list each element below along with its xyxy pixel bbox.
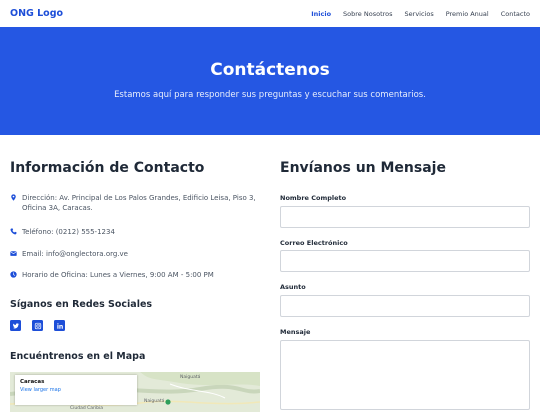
contact-info-title: Información de Contacto <box>10 160 205 176</box>
nav-link-servicios[interactable]: Servicios <box>405 10 434 18</box>
main-nav: Inicio Sobre Nosotros Servicios Premio A… <box>299 10 530 18</box>
message-label: Mensaje <box>280 328 311 336</box>
name-label: Nombre Completo <box>280 194 347 202</box>
envelope-icon <box>10 249 22 259</box>
nav-link-inicio[interactable]: Inicio <box>311 10 331 18</box>
social-links <box>10 320 65 331</box>
twitter-icon[interactable] <box>10 320 21 331</box>
map-label: Ciudad Caribia <box>70 406 104 411</box>
phone-item: Teléfono: (0212) 555-1234 <box>10 227 265 237</box>
clock-icon <box>10 270 22 280</box>
address-item: Dirección: Av. Principal de Los Palos Gr… <box>10 193 265 213</box>
linkedin-icon[interactable] <box>54 320 65 331</box>
message-textarea[interactable] <box>280 340 530 410</box>
phone-text: Teléfono: (0212) 555-1234 <box>22 228 115 236</box>
email-text: Email: info@onglectora.org.ve <box>22 250 128 258</box>
phone-icon <box>10 227 22 237</box>
contact-form: Envíanos un Mensaje Nombre Completo Corr… <box>280 160 530 410</box>
contact-info-section: Información de Contacto Dirección: Av. P… <box>10 160 265 412</box>
instagram-icon[interactable] <box>32 320 43 331</box>
hero-title: Contáctenos <box>210 60 330 80</box>
map-marker-icon <box>10 193 22 213</box>
subject-label: Asunto <box>280 283 306 291</box>
email-item: Email: info@onglectora.org.ve <box>10 249 265 259</box>
map-label: Naiguatá <box>180 375 201 380</box>
hero-banner: Contáctenos Estamos aquí para responder … <box>0 27 540 135</box>
name-input[interactable] <box>280 206 530 228</box>
social-title: Síganos en Redes Sociales <box>10 299 153 310</box>
view-larger-map-link[interactable]: View larger map <box>20 387 132 393</box>
navbar: ONG Logo Inicio Sobre Nosotros Servicios… <box>0 0 540 27</box>
hours-item: Horario de Oficina: Lunes a Viernes, 9:0… <box>10 270 265 280</box>
form-title: Envíanos un Mensaje <box>280 160 446 176</box>
logo[interactable]: ONG Logo <box>10 8 63 19</box>
embedded-map[interactable]: Caracas View larger map Naiguatá Naiguat… <box>10 372 260 412</box>
nav-link-contacto[interactable]: Contacto <box>501 10 530 18</box>
nav-link-sobre-nosotros[interactable]: Sobre Nosotros <box>343 10 392 18</box>
email-input[interactable] <box>280 250 530 272</box>
map-label: Naiguatá <box>144 399 165 404</box>
nav-link-premio-anual[interactable]: Premio Anual <box>446 10 489 18</box>
hero-subtitle: Estamos aquí para responder sus pregunta… <box>114 90 426 100</box>
hours-text: Horario de Oficina: Lunes a Viernes, 9:0… <box>22 271 214 279</box>
map-info-card: Caracas View larger map <box>15 375 137 405</box>
subject-input[interactable] <box>280 295 530 317</box>
map-place-name: Caracas <box>20 379 45 385</box>
address-text: Dirección: Av. Principal de Los Palos Gr… <box>22 194 256 212</box>
email-label: Correo Electrónico <box>280 239 348 247</box>
map-title: Encuéntrenos en el Mapa <box>10 351 146 362</box>
